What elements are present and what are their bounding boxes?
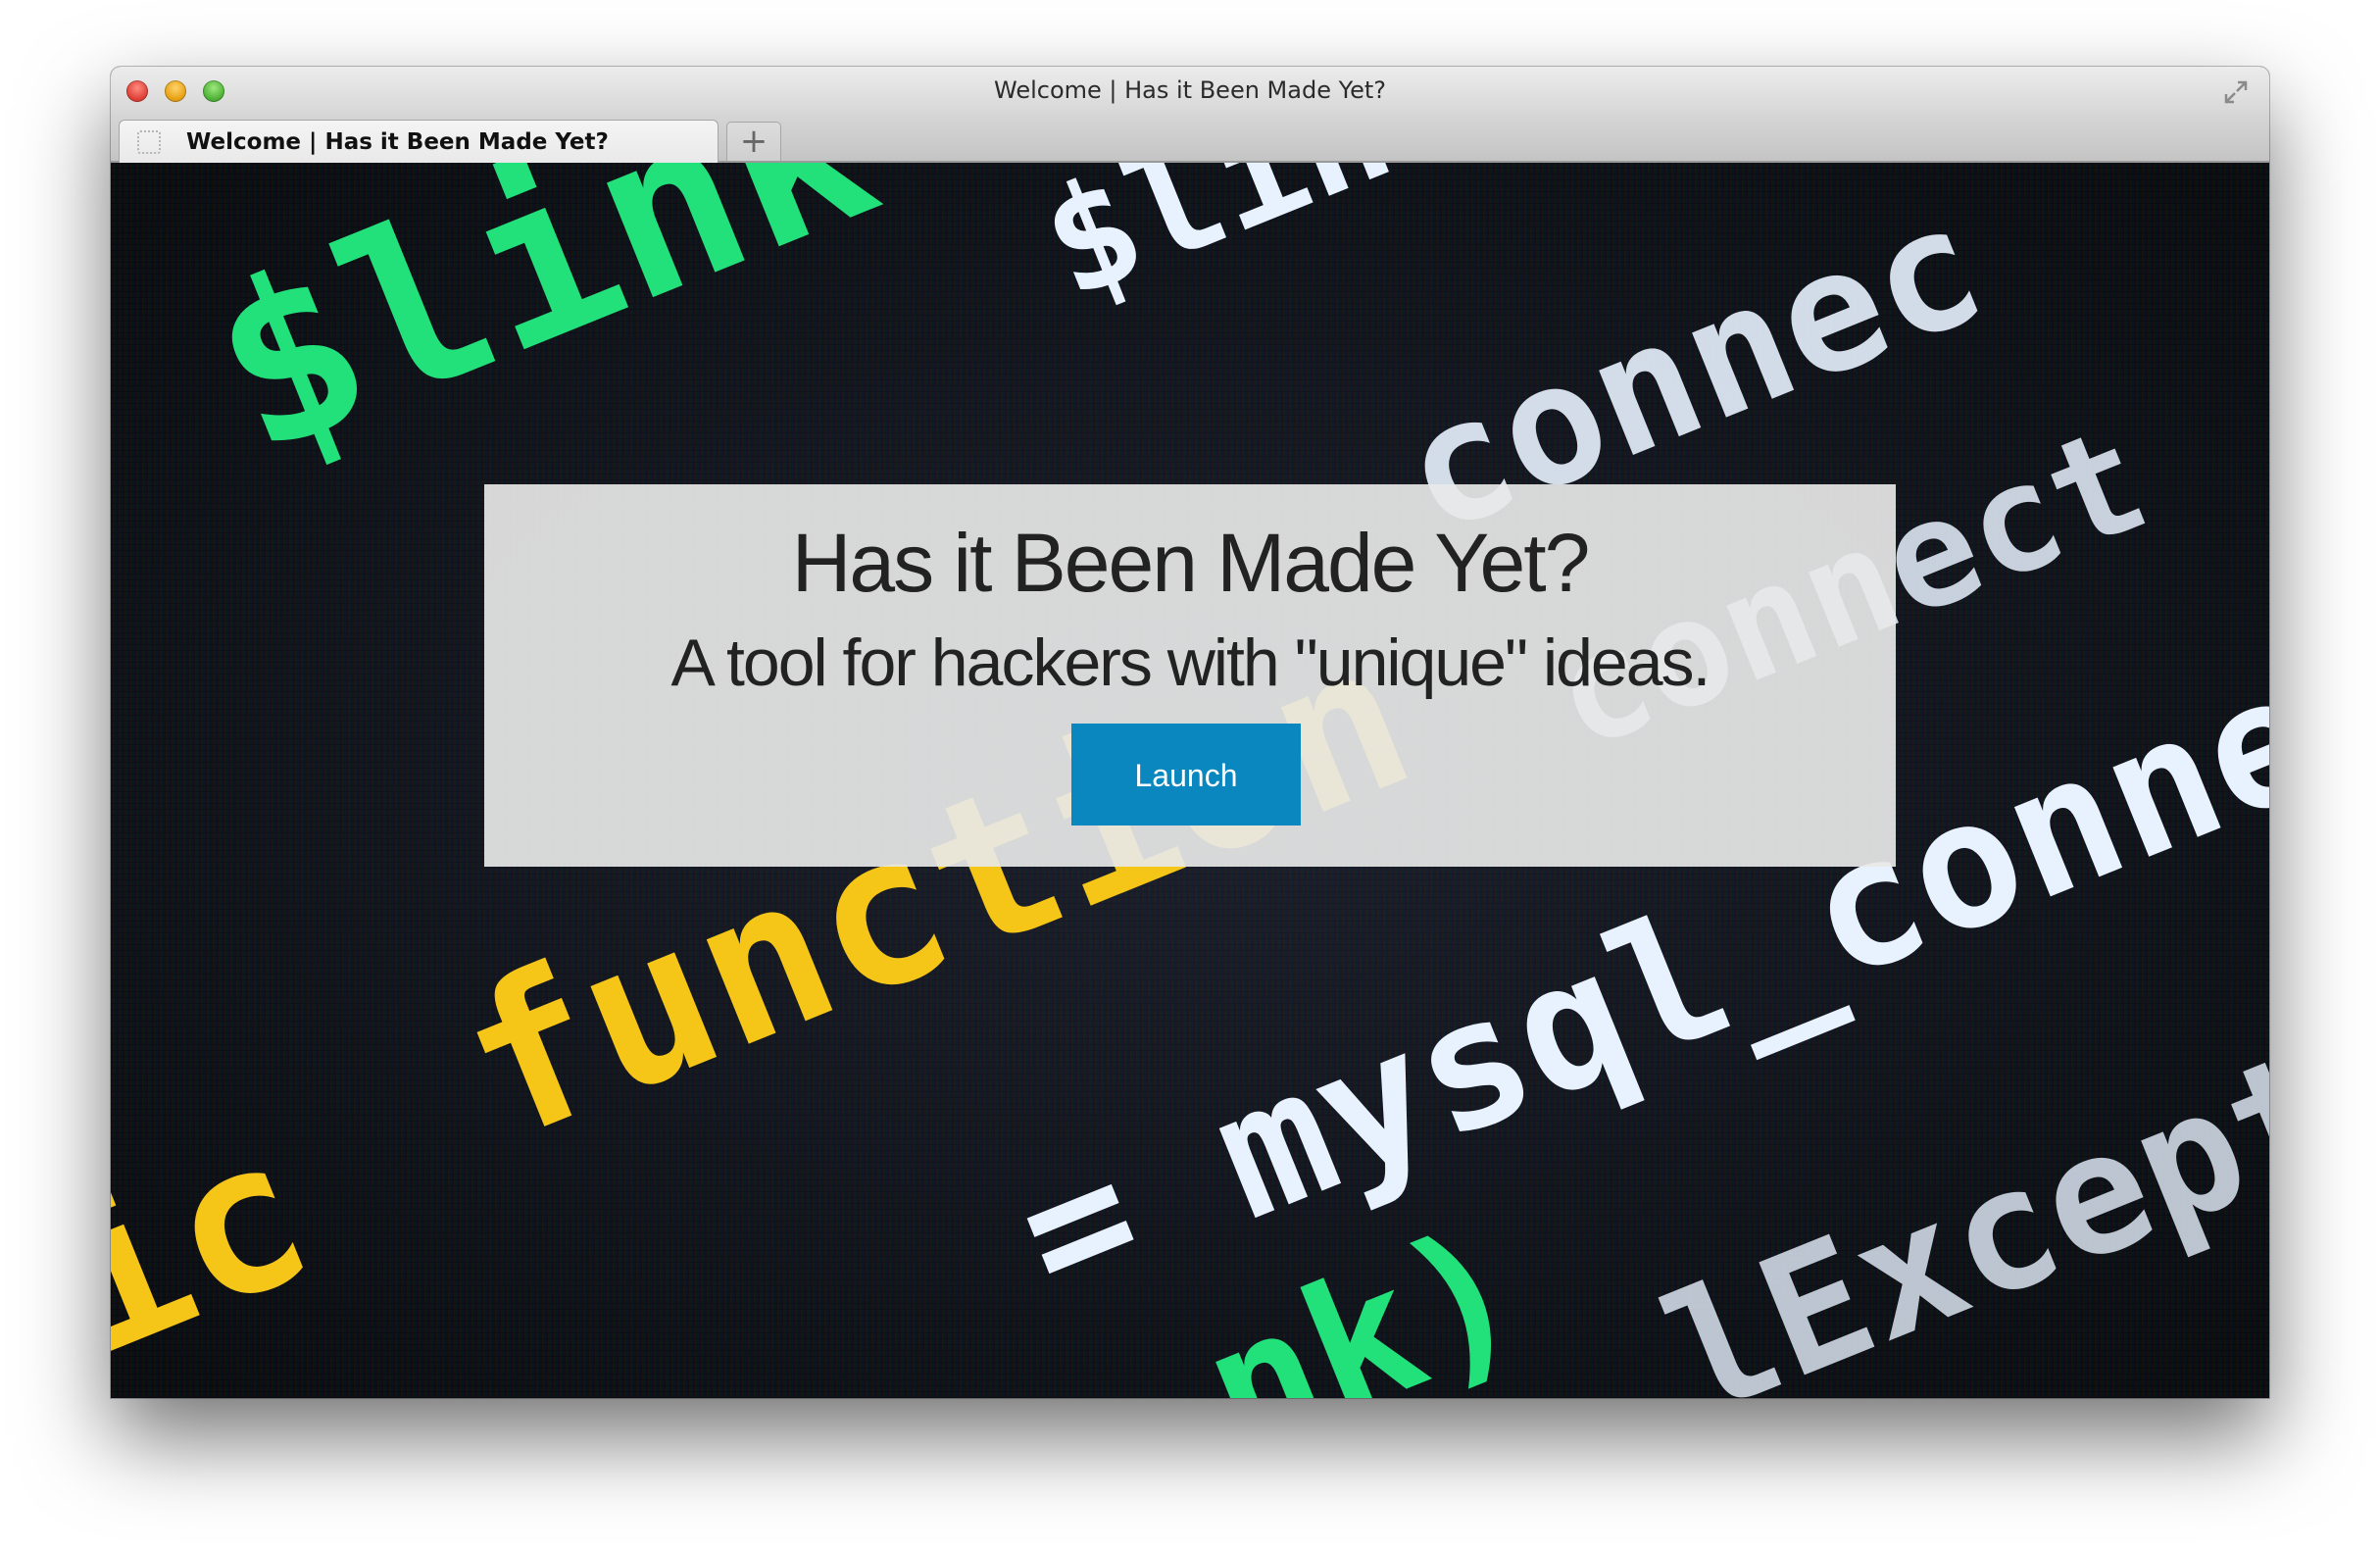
title-bar: Welcome | Has it Been Made Yet?	[111, 67, 2269, 114]
fullscreen-icon[interactable]	[2222, 78, 2250, 106]
hero-title: Has it Been Made Yet?	[791, 517, 1591, 609]
tab-bar: Welcome | Has it Been Made Yet? +	[111, 114, 2269, 163]
browser-window: Welcome | Has it Been Made Yet? Welcome …	[111, 67, 2269, 1398]
tab-label: Welcome | Has it Been Made Yet?	[186, 129, 609, 155]
page-content: $link = $link connec function ic = mysql…	[111, 163, 2269, 1398]
new-tab-button[interactable]: +	[726, 122, 781, 161]
launch-button[interactable]: Launch	[1071, 724, 1301, 826]
hero-subtitle: A tool for hackers with "unique" ideas.	[670, 625, 1711, 700]
page-favicon-icon	[137, 130, 161, 154]
window-title: Welcome | Has it Been Made Yet?	[994, 76, 1386, 104]
tab-welcome[interactable]: Welcome | Has it Been Made Yet?	[119, 120, 719, 163]
hero-panel: Has it Been Made Yet? A tool for hackers…	[484, 484, 1896, 867]
